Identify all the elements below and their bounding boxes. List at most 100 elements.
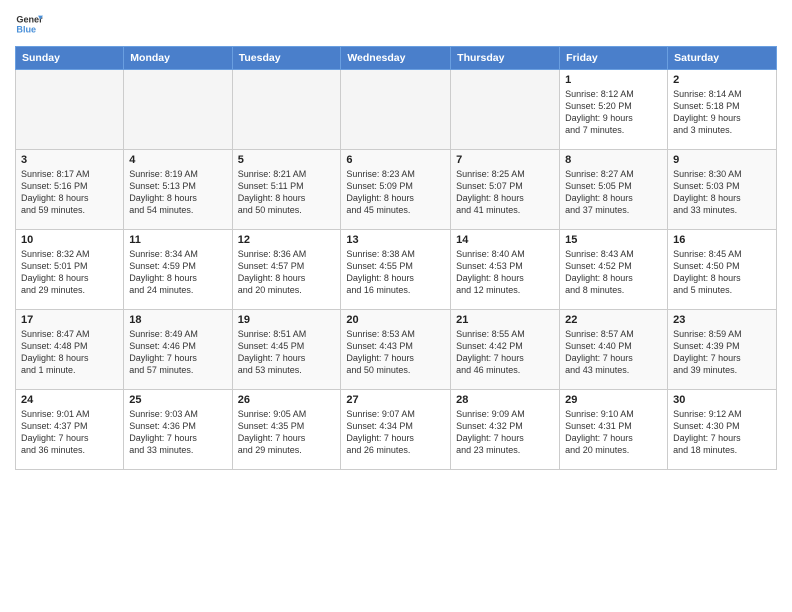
day-number: 7 bbox=[456, 154, 554, 166]
calendar-cell bbox=[232, 70, 341, 150]
logo: General Blue bbox=[15, 10, 43, 38]
calendar: SundayMondayTuesdayWednesdayThursdayFrid… bbox=[15, 46, 777, 470]
day-info: Sunrise: 8:32 AMSunset: 5:01 PMDaylight:… bbox=[21, 248, 118, 297]
weekday-header: Monday bbox=[124, 47, 232, 70]
calendar-week-row: 17 Sunrise: 8:47 AMSunset: 4:48 PMDayligh… bbox=[16, 310, 777, 390]
calendar-cell bbox=[124, 70, 232, 150]
day-number: 27 bbox=[346, 394, 445, 406]
calendar-cell: 10 Sunrise: 8:32 AMSunset: 5:01 PMDayligh… bbox=[16, 230, 124, 310]
calendar-cell: 7 Sunrise: 8:25 AMSunset: 5:07 PMDaylight… bbox=[451, 150, 560, 230]
logo-icon: General Blue bbox=[15, 10, 43, 38]
day-info: Sunrise: 9:05 AMSunset: 4:35 PMDaylight:… bbox=[238, 408, 336, 457]
calendar-cell: 16 Sunrise: 8:45 AMSunset: 4:50 PMDayligh… bbox=[668, 230, 777, 310]
day-info: Sunrise: 8:40 AMSunset: 4:53 PMDaylight:… bbox=[456, 248, 554, 297]
header: General Blue bbox=[15, 10, 777, 38]
day-number: 5 bbox=[238, 154, 336, 166]
day-number: 15 bbox=[565, 234, 662, 246]
day-info: Sunrise: 8:27 AMSunset: 5:05 PMDaylight:… bbox=[565, 168, 662, 217]
calendar-cell: 1 Sunrise: 8:12 AMSunset: 5:20 PMDaylight… bbox=[560, 70, 668, 150]
calendar-cell: 11 Sunrise: 8:34 AMSunset: 4:59 PMDayligh… bbox=[124, 230, 232, 310]
calendar-cell: 23Sunrise: 8:59 AMSunset: 4:39 PMDayligh… bbox=[668, 310, 777, 390]
calendar-body: 1 Sunrise: 8:12 AMSunset: 5:20 PMDaylight… bbox=[16, 70, 777, 470]
calendar-cell: 26 Sunrise: 9:05 AMSunset: 4:35 PMDayligh… bbox=[232, 390, 341, 470]
page: General Blue SundayMondayTuesdayWednesda… bbox=[0, 0, 792, 612]
day-info: Sunrise: 8:57 AMSunset: 4:40 PMDaylight:… bbox=[565, 328, 662, 377]
calendar-cell bbox=[16, 70, 124, 150]
day-info: Sunrise: 9:03 AMSunset: 4:36 PMDaylight:… bbox=[129, 408, 226, 457]
calendar-cell bbox=[341, 70, 451, 150]
day-info: Sunrise: 8:38 AMSunset: 4:55 PMDaylight:… bbox=[346, 248, 445, 297]
day-info: Sunrise: 8:25 AMSunset: 5:07 PMDaylight:… bbox=[456, 168, 554, 217]
day-info: Sunrise: 8:19 AMSunset: 5:13 PMDaylight:… bbox=[129, 168, 226, 217]
day-number: 4 bbox=[129, 154, 226, 166]
day-number: 29 bbox=[565, 394, 662, 406]
calendar-cell: 8 Sunrise: 8:27 AMSunset: 5:05 PMDaylight… bbox=[560, 150, 668, 230]
day-info: Sunrise: 9:10 AMSunset: 4:31 PMDaylight:… bbox=[565, 408, 662, 457]
weekday-header: Friday bbox=[560, 47, 668, 70]
day-number: 9 bbox=[673, 154, 771, 166]
day-number: 12 bbox=[238, 234, 336, 246]
day-number: 26 bbox=[238, 394, 336, 406]
calendar-cell: 3Sunrise: 8:17 AMSunset: 5:16 PMDaylight… bbox=[16, 150, 124, 230]
day-info: Sunrise: 8:47 AMSunset: 4:48 PMDaylight:… bbox=[21, 328, 118, 377]
day-number: 19 bbox=[238, 314, 336, 326]
day-info: Sunrise: 8:14 AMSunset: 5:18 PMDaylight:… bbox=[673, 88, 771, 137]
day-number: 14 bbox=[456, 234, 554, 246]
calendar-cell: 22Sunrise: 8:57 AMSunset: 4:40 PMDayligh… bbox=[560, 310, 668, 390]
day-info: Sunrise: 8:49 AMSunset: 4:46 PMDaylight:… bbox=[129, 328, 226, 377]
calendar-cell: 12 Sunrise: 8:36 AMSunset: 4:57 PMDayligh… bbox=[232, 230, 341, 310]
day-info: Sunrise: 8:53 AMSunset: 4:43 PMDaylight:… bbox=[346, 328, 445, 377]
calendar-cell: 19 Sunrise: 8:51 AMSunset: 4:45 PMDayligh… bbox=[232, 310, 341, 390]
day-number: 10 bbox=[21, 234, 118, 246]
day-info: Sunrise: 8:45 AMSunset: 4:50 PMDaylight:… bbox=[673, 248, 771, 297]
day-number: 23 bbox=[673, 314, 771, 326]
calendar-cell: 17 Sunrise: 8:47 AMSunset: 4:48 PMDayligh… bbox=[16, 310, 124, 390]
day-info: Sunrise: 8:55 AMSunset: 4:42 PMDaylight:… bbox=[456, 328, 554, 377]
calendar-cell: 30Sunrise: 9:12 AMSunset: 4:30 PMDayligh… bbox=[668, 390, 777, 470]
day-info: Sunrise: 8:34 AMSunset: 4:59 PMDaylight:… bbox=[129, 248, 226, 297]
day-number: 28 bbox=[456, 394, 554, 406]
calendar-cell: 18 Sunrise: 8:49 AMSunset: 4:46 PMDayligh… bbox=[124, 310, 232, 390]
calendar-cell: 24Sunrise: 9:01 AMSunset: 4:37 PMDayligh… bbox=[16, 390, 124, 470]
day-number: 21 bbox=[456, 314, 554, 326]
weekday-header: Saturday bbox=[668, 47, 777, 70]
day-info: Sunrise: 8:12 AMSunset: 5:20 PMDaylight:… bbox=[565, 88, 662, 137]
calendar-cell: 6Sunrise: 8:23 AMSunset: 5:09 PMDaylight… bbox=[341, 150, 451, 230]
calendar-cell: 13Sunrise: 8:38 AMSunset: 4:55 PMDayligh… bbox=[341, 230, 451, 310]
calendar-cell: 4 Sunrise: 8:19 AMSunset: 5:13 PMDaylight… bbox=[124, 150, 232, 230]
calendar-week-row: 10 Sunrise: 8:32 AMSunset: 5:01 PMDayligh… bbox=[16, 230, 777, 310]
day-number: 2 bbox=[673, 74, 771, 86]
day-info: Sunrise: 8:23 AMSunset: 5:09 PMDaylight:… bbox=[346, 168, 445, 217]
day-info: Sunrise: 8:36 AMSunset: 4:57 PMDaylight:… bbox=[238, 248, 336, 297]
day-number: 24 bbox=[21, 394, 118, 406]
day-info: Sunrise: 8:30 AMSunset: 5:03 PMDaylight:… bbox=[673, 168, 771, 217]
weekday-header: Wednesday bbox=[341, 47, 451, 70]
day-number: 1 bbox=[565, 74, 662, 86]
day-number: 8 bbox=[565, 154, 662, 166]
day-info: Sunrise: 9:09 AMSunset: 4:32 PMDaylight:… bbox=[456, 408, 554, 457]
day-number: 18 bbox=[129, 314, 226, 326]
day-info: Sunrise: 9:12 AMSunset: 4:30 PMDaylight:… bbox=[673, 408, 771, 457]
calendar-cell: 28 Sunrise: 9:09 AMSunset: 4:32 PMDayligh… bbox=[451, 390, 560, 470]
calendar-cell bbox=[451, 70, 560, 150]
calendar-cell: 2 Sunrise: 8:14 AMSunset: 5:18 PMDaylight… bbox=[668, 70, 777, 150]
calendar-cell: 14 Sunrise: 8:40 AMSunset: 4:53 PMDayligh… bbox=[451, 230, 560, 310]
weekday-header: Thursday bbox=[451, 47, 560, 70]
calendar-week-row: 1 Sunrise: 8:12 AMSunset: 5:20 PMDaylight… bbox=[16, 70, 777, 150]
calendar-cell: 27 Sunrise: 9:07 AMSunset: 4:34 PMDayligh… bbox=[341, 390, 451, 470]
calendar-cell: 29 Sunrise: 9:10 AMSunset: 4:31 PMDayligh… bbox=[560, 390, 668, 470]
day-number: 16 bbox=[673, 234, 771, 246]
day-number: 17 bbox=[21, 314, 118, 326]
day-number: 11 bbox=[129, 234, 226, 246]
day-info: Sunrise: 9:07 AMSunset: 4:34 PMDaylight:… bbox=[346, 408, 445, 457]
calendar-cell: 25Sunrise: 9:03 AMSunset: 4:36 PMDayligh… bbox=[124, 390, 232, 470]
day-info: Sunrise: 8:21 AMSunset: 5:11 PMDaylight:… bbox=[238, 168, 336, 217]
calendar-week-row: 24Sunrise: 9:01 AMSunset: 4:37 PMDayligh… bbox=[16, 390, 777, 470]
day-info: Sunrise: 8:43 AMSunset: 4:52 PMDaylight:… bbox=[565, 248, 662, 297]
weekday-header: Tuesday bbox=[232, 47, 341, 70]
calendar-header-row: SundayMondayTuesdayWednesdayThursdayFrid… bbox=[16, 47, 777, 70]
calendar-cell: 5 Sunrise: 8:21 AMSunset: 5:11 PMDaylight… bbox=[232, 150, 341, 230]
calendar-cell: 21 Sunrise: 8:55 AMSunset: 4:42 PMDayligh… bbox=[451, 310, 560, 390]
day-info: Sunrise: 8:17 AMSunset: 5:16 PMDaylight:… bbox=[21, 168, 118, 217]
day-info: Sunrise: 8:51 AMSunset: 4:45 PMDaylight:… bbox=[238, 328, 336, 377]
